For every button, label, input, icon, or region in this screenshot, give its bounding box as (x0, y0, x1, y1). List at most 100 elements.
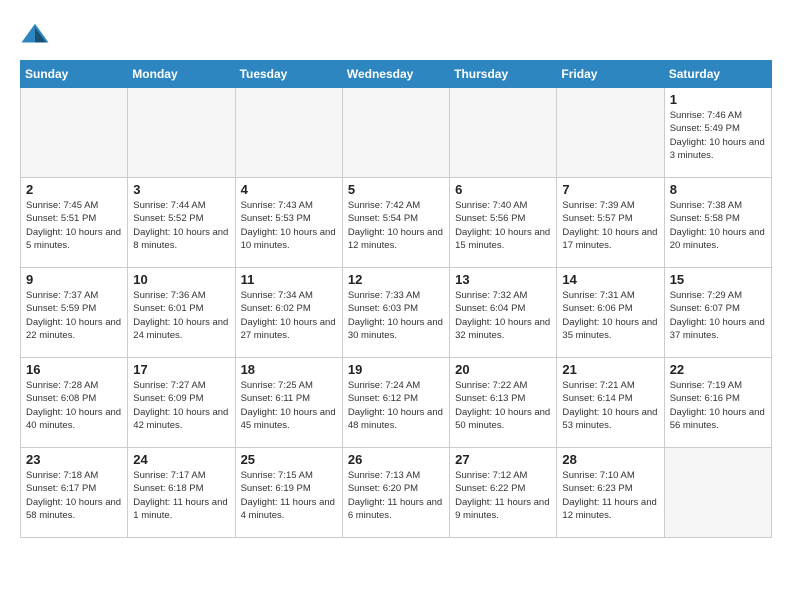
day-info: Sunrise: 7:36 AM Sunset: 6:01 PM Dayligh… (133, 289, 229, 342)
day-number: 16 (26, 362, 122, 377)
calendar-cell: 20 Sunrise: 7:22 AM Sunset: 6:13 PM Dayli… (450, 358, 557, 448)
calendar-cell: 17 Sunrise: 7:27 AM Sunset: 6:09 PM Dayli… (128, 358, 235, 448)
calendar-cell (235, 88, 342, 178)
day-number: 2 (26, 182, 122, 197)
calendar-cell: 13Sunrise: 7:32 AM Sunset: 6:04 PM Dayli… (450, 268, 557, 358)
calendar-cell: 11 Sunrise: 7:34 AM Sunset: 6:02 PM Dayli… (235, 268, 342, 358)
calendar-cell (664, 448, 771, 538)
calendar-cell: 23 Sunrise: 7:18 AM Sunset: 6:17 PM Dayli… (21, 448, 128, 538)
calendar-cell: 8 Sunrise: 7:38 AM Sunset: 5:58 PM Daylig… (664, 178, 771, 268)
day-number: 6 (455, 182, 551, 197)
day-info: Sunrise: 7:40 AM Sunset: 5:56 PM Dayligh… (455, 199, 551, 252)
day-info: Sunrise: 7:34 AM Sunset: 6:02 PM Dayligh… (241, 289, 337, 342)
day-info: Sunrise: 7:46 AM Sunset: 5:49 PM Dayligh… (670, 109, 766, 162)
page-header (20, 20, 772, 50)
day-number: 14 (562, 272, 658, 287)
calendar-week-row: 23 Sunrise: 7:18 AM Sunset: 6:17 PM Dayli… (21, 448, 772, 538)
day-number: 19 (348, 362, 444, 377)
day-number: 8 (670, 182, 766, 197)
calendar-cell: 25 Sunrise: 7:15 AM Sunset: 6:19 PM Dayli… (235, 448, 342, 538)
day-number: 11 (241, 272, 337, 287)
calendar-cell (21, 88, 128, 178)
day-number: 21 (562, 362, 658, 377)
weekday-header: Monday (128, 61, 235, 88)
calendar-cell: 21 Sunrise: 7:21 AM Sunset: 6:14 PM Dayli… (557, 358, 664, 448)
day-number: 1 (670, 92, 766, 107)
day-info: Sunrise: 7:15 AM Sunset: 6:19 PM Dayligh… (241, 469, 337, 522)
day-number: 10 (133, 272, 229, 287)
calendar-cell: 10 Sunrise: 7:36 AM Sunset: 6:01 PM Dayli… (128, 268, 235, 358)
day-info: Sunrise: 7:45 AM Sunset: 5:51 PM Dayligh… (26, 199, 122, 252)
day-number: 5 (348, 182, 444, 197)
day-info: Sunrise: 7:17 AM Sunset: 6:18 PM Dayligh… (133, 469, 229, 522)
day-info: Sunrise: 7:19 AM Sunset: 6:16 PM Dayligh… (670, 379, 766, 432)
calendar-week-row: 9 Sunrise: 7:37 AM Sunset: 5:59 PM Daylig… (21, 268, 772, 358)
calendar-cell: 9 Sunrise: 7:37 AM Sunset: 5:59 PM Daylig… (21, 268, 128, 358)
day-number: 12 (348, 272, 444, 287)
weekday-header: Friday (557, 61, 664, 88)
day-info: Sunrise: 7:44 AM Sunset: 5:52 PM Dayligh… (133, 199, 229, 252)
calendar-cell: 28Sunrise: 7:10 AM Sunset: 6:23 PM Dayli… (557, 448, 664, 538)
day-info: Sunrise: 7:10 AM Sunset: 6:23 PM Dayligh… (562, 469, 658, 522)
calendar-cell: 2 Sunrise: 7:45 AM Sunset: 5:51 PM Daylig… (21, 178, 128, 268)
calendar-cell: 14 Sunrise: 7:31 AM Sunset: 6:06 PM Dayli… (557, 268, 664, 358)
calendar-cell (557, 88, 664, 178)
calendar-body: 1 Sunrise: 7:46 AM Sunset: 5:49 PM Daylig… (21, 88, 772, 538)
day-info: Sunrise: 7:38 AM Sunset: 5:58 PM Dayligh… (670, 199, 766, 252)
calendar-cell: 7Sunrise: 7:39 AM Sunset: 5:57 PM Daylig… (557, 178, 664, 268)
day-info: Sunrise: 7:18 AM Sunset: 6:17 PM Dayligh… (26, 469, 122, 522)
day-info: Sunrise: 7:13 AM Sunset: 6:20 PM Dayligh… (348, 469, 444, 522)
day-info: Sunrise: 7:12 AM Sunset: 6:22 PM Dayligh… (455, 469, 551, 522)
calendar-header: SundayMondayTuesdayWednesdayThursdayFrid… (21, 61, 772, 88)
day-info: Sunrise: 7:33 AM Sunset: 6:03 PM Dayligh… (348, 289, 444, 342)
day-number: 22 (670, 362, 766, 377)
day-number: 3 (133, 182, 229, 197)
day-info: Sunrise: 7:21 AM Sunset: 6:14 PM Dayligh… (562, 379, 658, 432)
day-number: 9 (26, 272, 122, 287)
day-number: 24 (133, 452, 229, 467)
weekday-header: Saturday (664, 61, 771, 88)
day-info: Sunrise: 7:39 AM Sunset: 5:57 PM Dayligh… (562, 199, 658, 252)
weekday-header: Wednesday (342, 61, 449, 88)
calendar-week-row: 16Sunrise: 7:28 AM Sunset: 6:08 PM Dayli… (21, 358, 772, 448)
day-info: Sunrise: 7:29 AM Sunset: 6:07 PM Dayligh… (670, 289, 766, 342)
calendar-cell (128, 88, 235, 178)
calendar-cell: 27 Sunrise: 7:12 AM Sunset: 6:22 PM Dayli… (450, 448, 557, 538)
day-info: Sunrise: 7:32 AM Sunset: 6:04 PM Dayligh… (455, 289, 551, 342)
day-number: 4 (241, 182, 337, 197)
calendar-cell: 24 Sunrise: 7:17 AM Sunset: 6:18 PM Dayli… (128, 448, 235, 538)
weekday-header: Sunday (21, 61, 128, 88)
day-number: 26 (348, 452, 444, 467)
day-number: 23 (26, 452, 122, 467)
day-number: 27 (455, 452, 551, 467)
calendar-cell: 18Sunrise: 7:25 AM Sunset: 6:11 PM Dayli… (235, 358, 342, 448)
day-info: Sunrise: 7:22 AM Sunset: 6:13 PM Dayligh… (455, 379, 551, 432)
calendar-cell: 26 Sunrise: 7:13 AM Sunset: 6:20 PM Dayli… (342, 448, 449, 538)
day-number: 17 (133, 362, 229, 377)
calendar-cell: 19 Sunrise: 7:24 AM Sunset: 6:12 PM Dayli… (342, 358, 449, 448)
calendar-cell: 22 Sunrise: 7:19 AM Sunset: 6:16 PM Dayli… (664, 358, 771, 448)
calendar-table: SundayMondayTuesdayWednesdayThursdayFrid… (20, 60, 772, 538)
calendar-cell: 15 Sunrise: 7:29 AM Sunset: 6:07 PM Dayli… (664, 268, 771, 358)
calendar-week-row: 2 Sunrise: 7:45 AM Sunset: 5:51 PM Daylig… (21, 178, 772, 268)
header-row: SundayMondayTuesdayWednesdayThursdayFrid… (21, 61, 772, 88)
weekday-header: Thursday (450, 61, 557, 88)
day-number: 25 (241, 452, 337, 467)
day-info: Sunrise: 7:37 AM Sunset: 5:59 PM Dayligh… (26, 289, 122, 342)
logo-icon (20, 20, 50, 50)
calendar-cell: 5 Sunrise: 7:42 AM Sunset: 5:54 PM Daylig… (342, 178, 449, 268)
day-number: 18 (241, 362, 337, 377)
day-number: 20 (455, 362, 551, 377)
calendar-cell: 12 Sunrise: 7:33 AM Sunset: 6:03 PM Dayli… (342, 268, 449, 358)
day-info: Sunrise: 7:31 AM Sunset: 6:06 PM Dayligh… (562, 289, 658, 342)
weekday-header: Tuesday (235, 61, 342, 88)
day-info: Sunrise: 7:24 AM Sunset: 6:12 PM Dayligh… (348, 379, 444, 432)
calendar-cell: 4Sunrise: 7:43 AM Sunset: 5:53 PM Daylig… (235, 178, 342, 268)
day-info: Sunrise: 7:27 AM Sunset: 6:09 PM Dayligh… (133, 379, 229, 432)
day-number: 15 (670, 272, 766, 287)
logo (20, 20, 54, 50)
calendar-cell: 3 Sunrise: 7:44 AM Sunset: 5:52 PM Daylig… (128, 178, 235, 268)
day-info: Sunrise: 7:42 AM Sunset: 5:54 PM Dayligh… (348, 199, 444, 252)
calendar-cell (342, 88, 449, 178)
calendar-cell: 16Sunrise: 7:28 AM Sunset: 6:08 PM Dayli… (21, 358, 128, 448)
